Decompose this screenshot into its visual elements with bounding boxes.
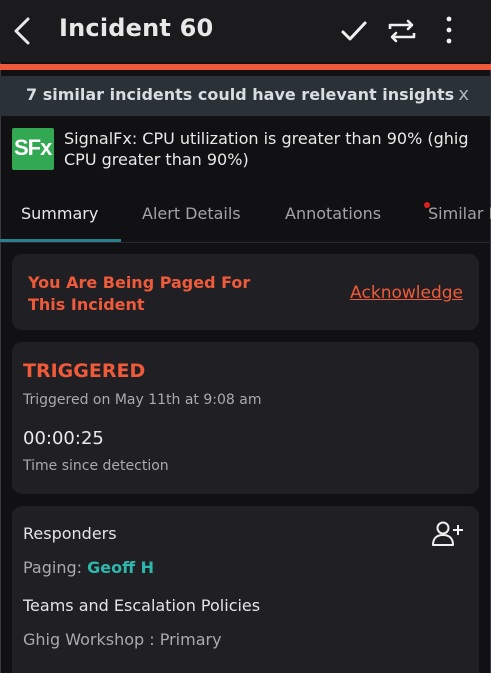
banner-close-button[interactable]: x xyxy=(458,84,469,105)
active-tab-indicator xyxy=(0,239,121,242)
app-header: Incident 60 xyxy=(0,0,491,62)
acknowledge-link[interactable]: Acknowledge xyxy=(350,283,463,303)
back-button[interactable] xyxy=(10,14,36,48)
paging-label: Paging: xyxy=(23,558,83,577)
tab-annotations[interactable]: Annotations xyxy=(285,204,381,223)
notification-dot xyxy=(424,202,430,208)
chevron-left-icon xyxy=(14,17,30,45)
signalfx-logo: SFx xyxy=(12,128,54,170)
elapsed-timer: 00:00:25 xyxy=(23,428,104,449)
reassign-button[interactable] xyxy=(385,14,419,48)
elapsed-timer-label: Time since detection xyxy=(23,458,169,474)
checkmark-icon xyxy=(341,21,367,41)
similar-incidents-banner[interactable]: 7 similar incidents could have relevant … xyxy=(0,76,491,116)
add-responder-button[interactable] xyxy=(431,519,465,547)
tab-alert-details[interactable]: Alert Details xyxy=(142,204,241,223)
status-label: TRIGGERED xyxy=(23,360,146,382)
responders-card: Responders Paging: Geoff H Teams and Esc… xyxy=(12,506,479,673)
paging-row: Paging: Geoff H xyxy=(23,558,154,577)
paged-card: You Are Being Paged For This Incident Ac… xyxy=(12,254,479,330)
status-card: TRIGGERED Triggered on May 11th at 9:08 … xyxy=(12,342,479,494)
teams-policies-title: Teams and Escalation Policies xyxy=(23,596,261,615)
triggered-timestamp: Triggered on May 11th at 9:08 am xyxy=(23,392,262,408)
incident-description: SignalFx: CPU utilization is greater tha… xyxy=(64,129,469,169)
reassign-icon xyxy=(388,19,416,43)
page-title: Incident 60 xyxy=(59,14,214,42)
escalation-policy-link[interactable]: Ghig Workshop : Primary xyxy=(23,630,222,649)
paged-alert-text: You Are Being Paged For This Incident xyxy=(28,273,251,314)
tab-similar-incidents[interactable]: Similar I xyxy=(428,204,491,223)
banner-text: 7 similar incidents could have relevant … xyxy=(26,85,455,104)
more-options-button[interactable] xyxy=(434,14,464,48)
add-person-icon xyxy=(432,521,463,546)
paged-user-link[interactable]: Geoff H xyxy=(87,558,154,577)
tab-summary[interactable]: Summary xyxy=(21,204,98,223)
more-vertical-icon xyxy=(446,16,452,44)
header-accent-bar xyxy=(0,64,491,70)
tab-bar: Summary Alert Details Annotations Simila… xyxy=(0,192,491,243)
acknowledge-button[interactable] xyxy=(337,14,371,48)
responders-title: Responders xyxy=(23,524,117,543)
signalfx-logo-text: SFx xyxy=(14,135,52,160)
